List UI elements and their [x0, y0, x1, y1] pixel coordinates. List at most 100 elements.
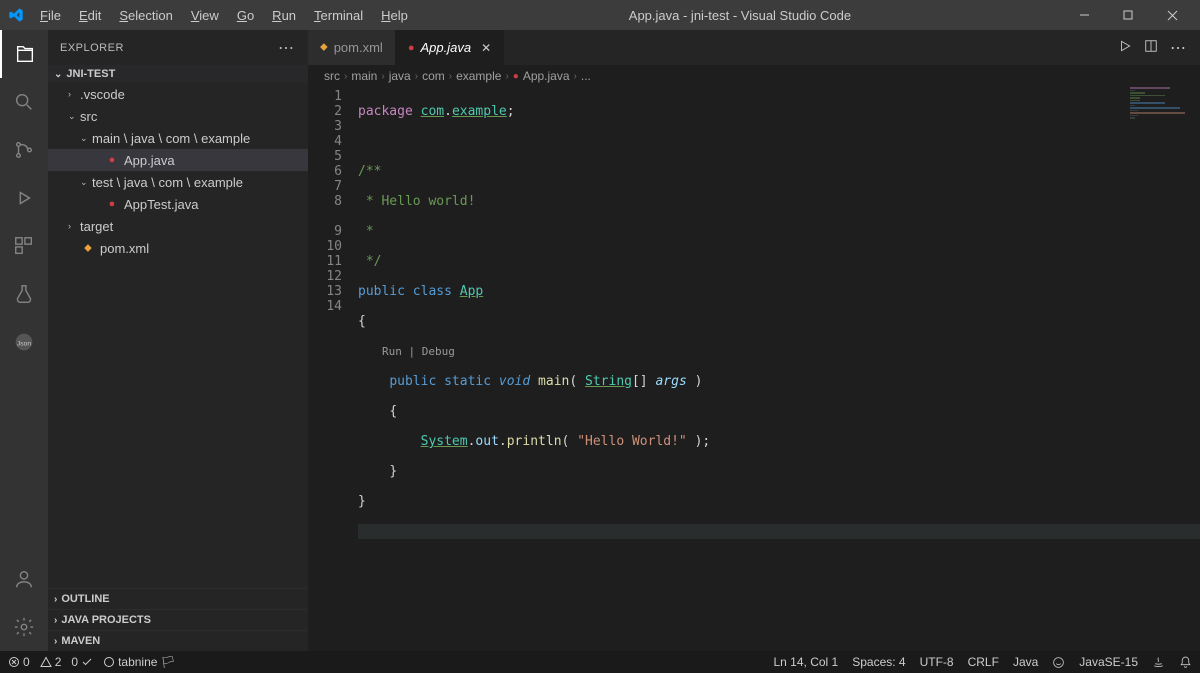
- status-errors[interactable]: 0: [8, 655, 30, 669]
- section-java-projects[interactable]: › JAVA PROJECTS: [48, 609, 308, 630]
- vscode-logo-icon: [8, 7, 24, 23]
- status-javase[interactable]: JavaSE-15: [1079, 655, 1138, 669]
- sidebar-more-icon[interactable]: ⋯: [278, 38, 296, 58]
- more-icon[interactable]: ⋯: [1170, 38, 1188, 58]
- menu-go[interactable]: Go: [229, 4, 262, 27]
- chevron-right-icon: ›: [54, 594, 57, 605]
- tree-folder-target[interactable]: › target: [48, 215, 308, 237]
- editor-area: ⬥ pom.xml ● App.java ✕ ⋯ src› main› java…: [308, 30, 1200, 651]
- minimize-button[interactable]: [1064, 0, 1104, 30]
- menu-view[interactable]: View: [183, 4, 227, 27]
- sidebar-header: EXPLORER ⋯: [48, 30, 308, 65]
- status-encoding[interactable]: UTF-8: [920, 655, 954, 669]
- chevron-down-icon: ⌄: [68, 111, 80, 122]
- menu-run[interactable]: Run: [264, 4, 304, 27]
- status-language[interactable]: Java: [1013, 655, 1038, 669]
- activity-debug[interactable]: [0, 174, 48, 222]
- status-ln-col[interactable]: Ln 14, Col 1: [774, 655, 839, 669]
- tree-folder-testpkg[interactable]: ⌄ test \ java \ com \ example: [48, 171, 308, 193]
- tree-folder-src[interactable]: ⌄ src: [48, 105, 308, 127]
- java-file-icon: ●: [513, 71, 519, 82]
- chevron-right-icon: ›: [54, 636, 57, 647]
- breadcrumb-item[interactable]: com: [422, 69, 445, 83]
- activity-explorer[interactable]: [0, 30, 48, 78]
- tree-label: AppTest.java: [124, 197, 198, 212]
- breadcrumb-item[interactable]: example: [456, 69, 501, 83]
- tree-file-apptest[interactable]: ● AppTest.java: [48, 193, 308, 215]
- tree-label: .vscode: [80, 87, 125, 102]
- maximize-button[interactable]: [1108, 0, 1148, 30]
- breadcrumb-item[interactable]: java: [389, 69, 411, 83]
- chevron-right-icon: ›: [68, 89, 80, 99]
- section-label: OUTLINE: [61, 593, 109, 605]
- menu-selection[interactable]: Selection: [111, 4, 180, 27]
- breadcrumb-item[interactable]: ...: [581, 69, 591, 83]
- close-button[interactable]: [1152, 0, 1192, 30]
- tab-pom[interactable]: ⬥ pom.xml: [308, 30, 396, 65]
- status-java-icon[interactable]: [1152, 656, 1165, 669]
- section-maven[interactable]: › MAVEN: [48, 630, 308, 651]
- run-icon[interactable]: [1118, 39, 1132, 56]
- status-bell-icon[interactable]: [1179, 656, 1192, 669]
- section-label: JAVA PROJECTS: [61, 614, 151, 626]
- section-outline[interactable]: › OUTLINE: [48, 588, 308, 609]
- tree-label: pom.xml: [100, 241, 149, 256]
- status-spaces[interactable]: Spaces: 4: [852, 655, 905, 669]
- window-controls: [1064, 0, 1192, 30]
- titlebar: File Edit Selection View Go Run Terminal…: [0, 0, 1200, 30]
- activity-testing[interactable]: [0, 270, 48, 318]
- chevron-down-icon: ⌄: [80, 133, 92, 144]
- menu-file[interactable]: File: [32, 4, 69, 27]
- tab-appjava[interactable]: ● App.java ✕: [396, 30, 504, 65]
- tree-file-appjava[interactable]: ● App.java: [48, 149, 308, 171]
- tree-folder-mainpkg[interactable]: ⌄ main \ java \ com \ example: [48, 127, 308, 149]
- chevron-right-icon: ›: [54, 615, 57, 626]
- java-file-icon: ●: [104, 198, 120, 210]
- code-editor[interactable]: 12345678 91011121314 package com.example…: [308, 87, 1200, 651]
- chevron-down-icon: ⌄: [54, 69, 62, 80]
- tree-label: src: [80, 109, 97, 124]
- activity-scm[interactable]: [0, 126, 48, 174]
- status-check[interactable]: 0: [71, 655, 93, 669]
- menu-edit[interactable]: Edit: [71, 4, 109, 27]
- project-name: JNI-TEST: [66, 68, 115, 80]
- section-label: MAVEN: [61, 635, 100, 647]
- svg-text:Json: Json: [17, 340, 31, 347]
- menu-terminal[interactable]: Terminal: [306, 4, 371, 27]
- activity-json-icon[interactable]: Json: [0, 318, 48, 366]
- codelens-run-debug[interactable]: Run | Debug: [382, 344, 1200, 359]
- tree-label: test \ java \ com \ example: [92, 175, 243, 190]
- tree-file-pom[interactable]: ⬥ pom.xml: [48, 237, 308, 259]
- status-feedback-icon[interactable]: [1052, 656, 1065, 669]
- tab-label: App.java: [420, 40, 471, 55]
- tree-label: target: [80, 219, 113, 234]
- split-editor-icon[interactable]: [1144, 39, 1158, 56]
- menu-help[interactable]: Help: [373, 4, 416, 27]
- chevron-down-icon: ⌄: [80, 177, 92, 188]
- status-warnings[interactable]: 2: [40, 655, 62, 669]
- status-tabnine[interactable]: tabnine 🏳: [103, 655, 176, 669]
- breadcrumb-item[interactable]: App.java: [523, 69, 570, 83]
- activity-settings[interactable]: [0, 603, 48, 651]
- breadcrumb-item[interactable]: main: [351, 69, 377, 83]
- chevron-right-icon: ›: [68, 221, 80, 231]
- explorer-project-header[interactable]: ⌄ JNI-TEST: [48, 65, 308, 83]
- tab-label: pom.xml: [334, 40, 383, 55]
- java-file-icon: ●: [104, 154, 120, 166]
- minimap[interactable]: [1130, 87, 1200, 651]
- xml-file-icon: ⬥: [320, 41, 328, 54]
- breadcrumb-item[interactable]: src: [324, 69, 340, 83]
- activity-extensions[interactable]: [0, 222, 48, 270]
- tree-label: main \ java \ com \ example: [92, 131, 250, 146]
- status-eol[interactable]: CRLF: [968, 655, 999, 669]
- tab-close-icon[interactable]: ✕: [481, 41, 491, 55]
- java-file-icon: ●: [408, 42, 415, 54]
- activity-search[interactable]: [0, 78, 48, 126]
- file-tree: › .vscode ⌄ src ⌄ main \ java \ com \ ex…: [48, 83, 308, 259]
- tree-folder-vscode[interactable]: › .vscode: [48, 83, 308, 105]
- xml-file-icon: ⬥: [80, 242, 96, 255]
- code-content[interactable]: package com.example; /** * Hello world! …: [358, 87, 1200, 651]
- line-gutter: 12345678 91011121314: [308, 87, 358, 651]
- breadcrumb[interactable]: src› main› java› com› example› ● App.jav…: [308, 65, 1200, 87]
- activity-account[interactable]: [0, 555, 48, 603]
